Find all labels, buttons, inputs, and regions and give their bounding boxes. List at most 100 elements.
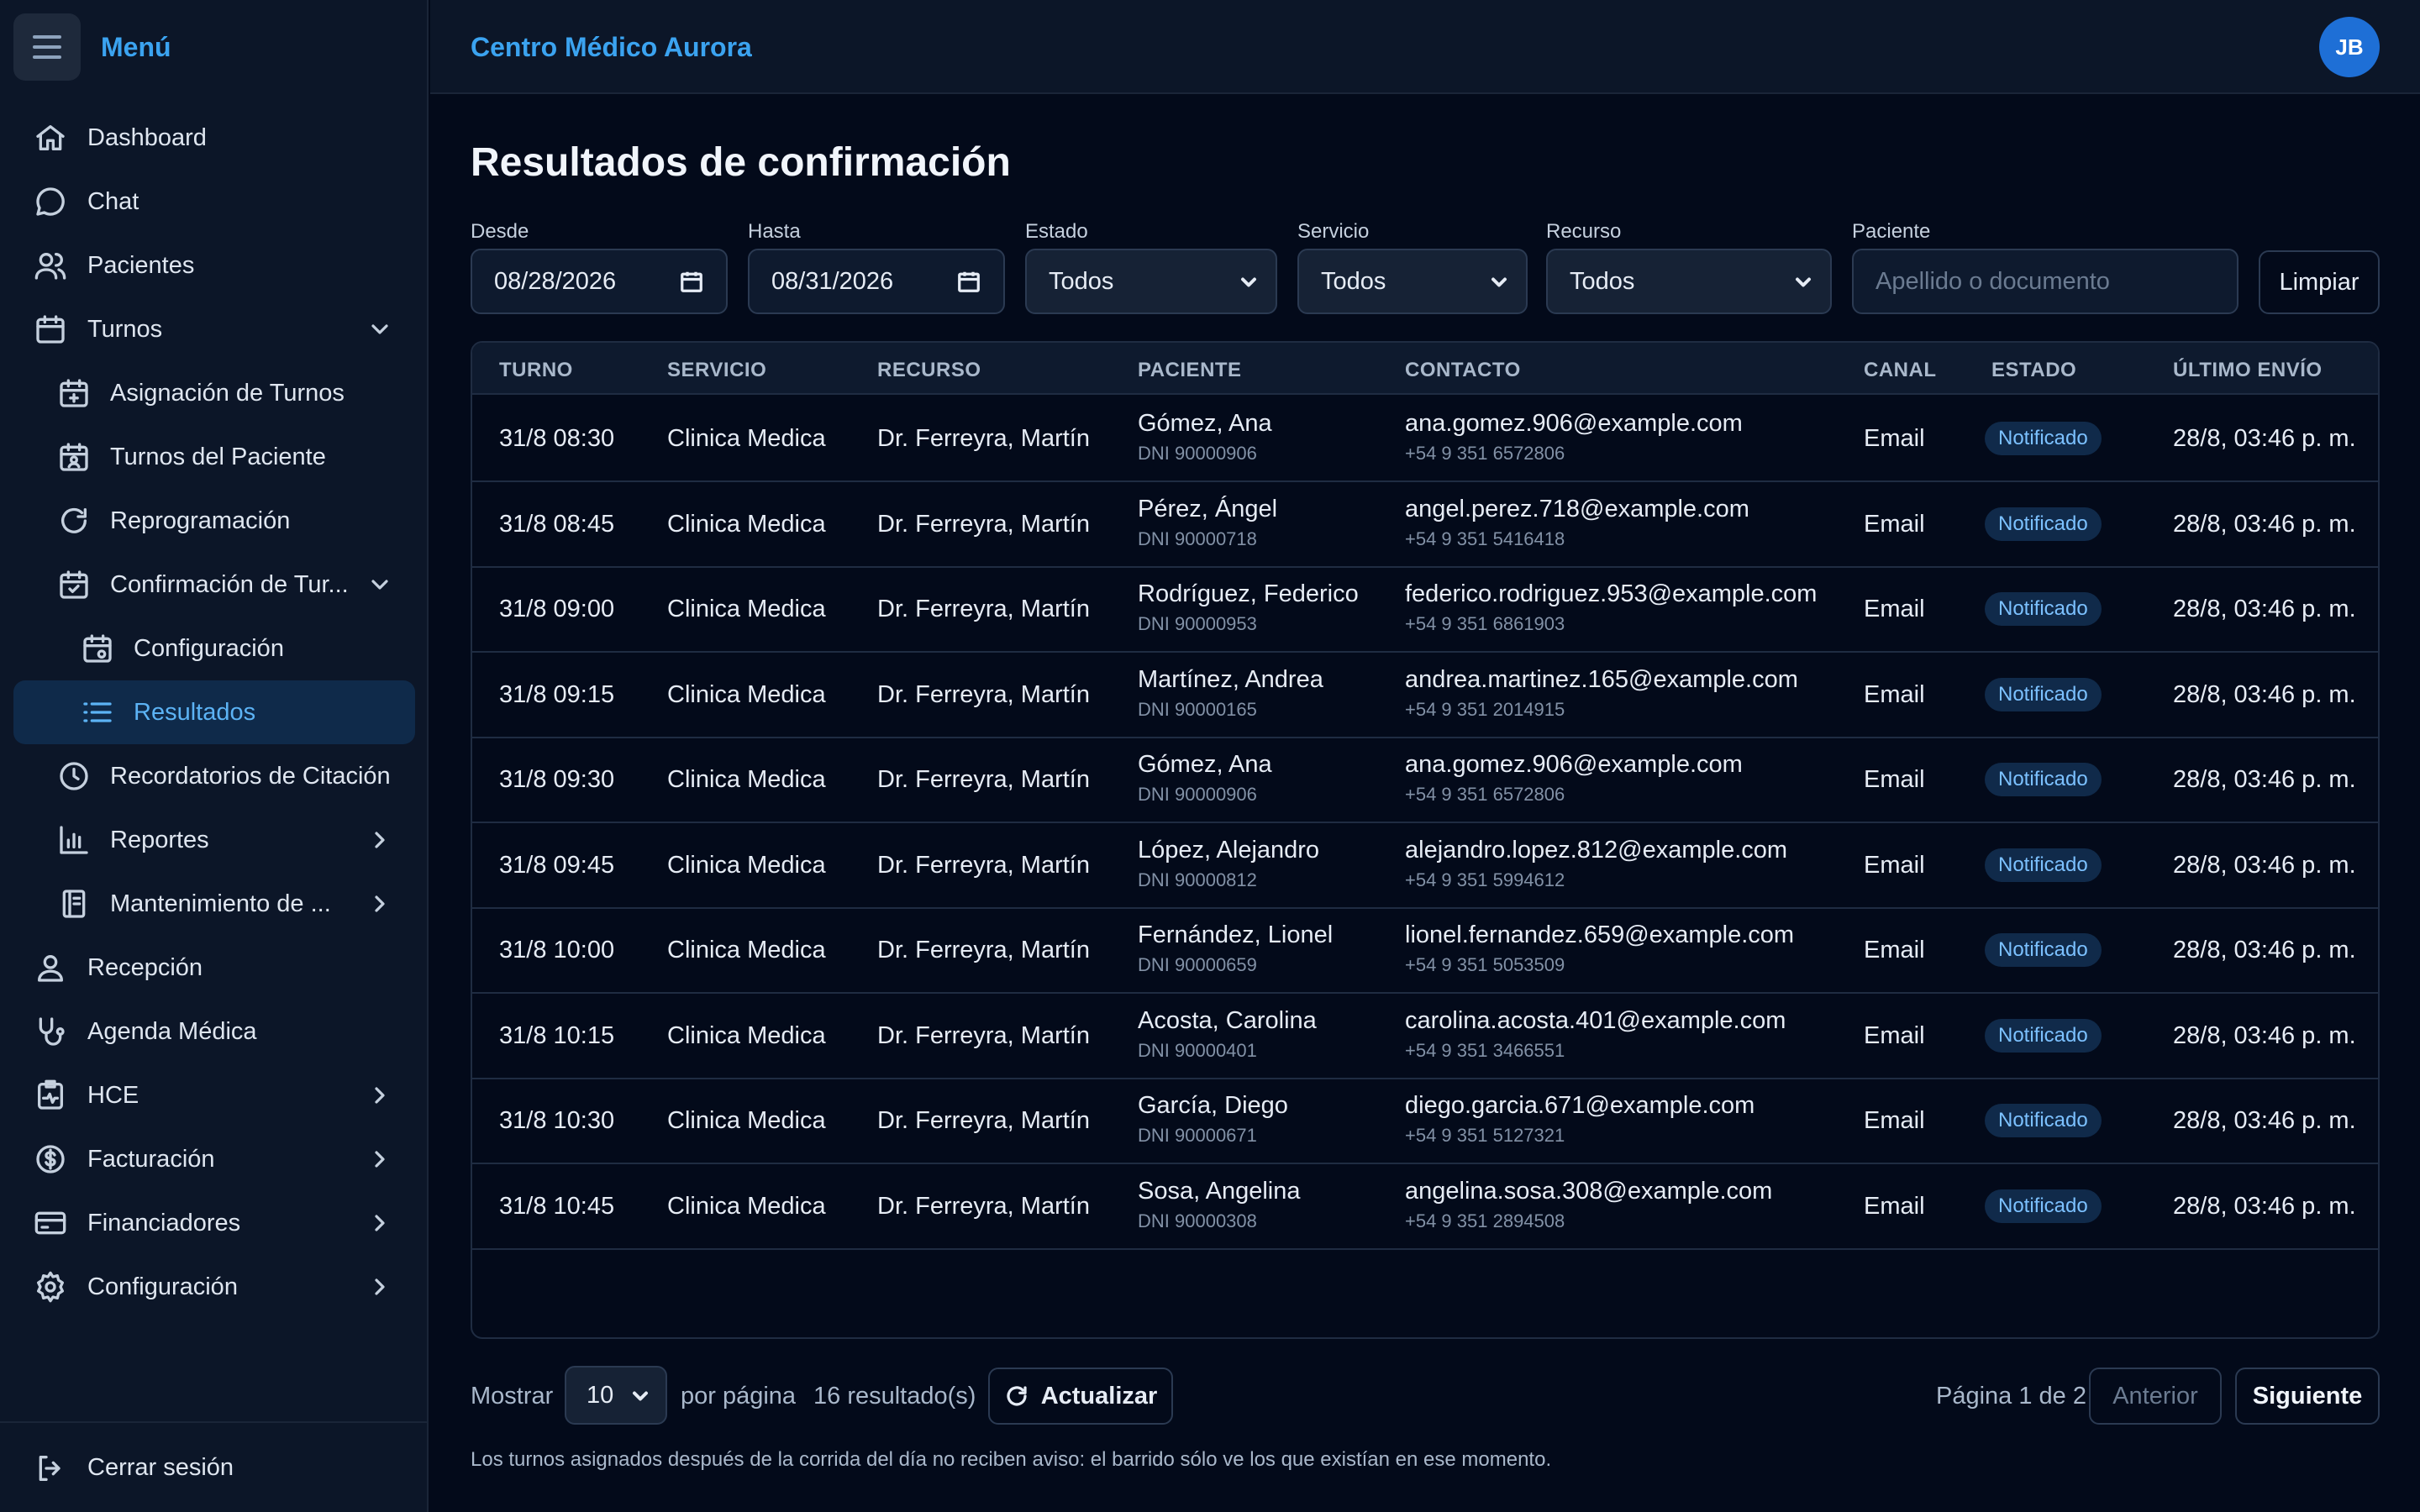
hamburger-menu-icon[interactable] — [13, 13, 81, 81]
hasta-date-input[interactable]: 08/31/2026 — [748, 249, 1005, 314]
paciente-name: Gómez, Ana — [1138, 410, 1272, 437]
canal-cell: Email — [1864, 510, 1925, 538]
desde-date-input[interactable]: 08/28/2026 — [471, 249, 728, 314]
status-badge: Notificado — [1985, 763, 2102, 796]
sidebar-item-resultados[interactable]: Resultados — [13, 680, 415, 744]
paciente-search-input[interactable]: Apellido o documento — [1852, 249, 2238, 314]
logout-button[interactable]: Cerrar sesión — [0, 1421, 429, 1512]
sidebar-item-label: Reportes — [110, 826, 209, 853]
sidebar-item-reprogramacion[interactable]: Reprogramación — [0, 489, 429, 553]
calendar-icon[interactable] — [679, 269, 704, 294]
contact-phone: +54 9 351 2014915 — [1405, 698, 1565, 720]
refresh-button[interactable]: Actualizar — [988, 1368, 1173, 1425]
brand-name[interactable]: Centro Médico Aurora — [471, 32, 752, 63]
contact-phone: +54 9 351 6861903 — [1405, 613, 1565, 634]
sidebar-item-turnos-paciente[interactable]: Turnos del Paciente — [0, 425, 429, 489]
paciente-dni: DNI 90000308 — [1138, 1210, 1257, 1231]
estado-label: Estado — [1025, 220, 1088, 243]
sidebar-item-financiadores[interactable]: Financiadores — [0, 1191, 429, 1255]
chevron-right-icon[interactable] — [366, 1273, 393, 1300]
turno-cell: 31/8 09:30 — [499, 766, 615, 793]
servicio-cell: Clinica Medica — [667, 596, 826, 622]
table-row[interactable]: 31/8 10:00 Clinica Medica Dr. Ferreyra, Ma… — [472, 908, 2378, 994]
sidebar-item-recepcion[interactable]: Recepción — [0, 936, 429, 1000]
contact-phone: +54 9 351 5994612 — [1405, 869, 1565, 890]
sidebar-item-label: Reprogramación — [110, 507, 291, 534]
recurso-cell: Dr. Ferreyra, Martín — [877, 766, 1090, 793]
next-page-button[interactable]: Siguiente — [2235, 1368, 2380, 1425]
canal-cell: Email — [1864, 1192, 1925, 1220]
sidebar-item-recordatorios[interactable]: Recordatorios de Citación — [0, 744, 429, 808]
turno-cell: 31/8 10:30 — [499, 1107, 615, 1134]
sidebar-item-label: Configuración — [87, 1273, 238, 1300]
contact-email: angelina.sosa.308@example.com — [1405, 1177, 1773, 1205]
page-size-select[interactable]: 10 — [565, 1366, 667, 1425]
column-header-servicio[interactable]: SERVICIO — [667, 359, 766, 382]
table-row[interactable]: 31/8 09:30 Clinica Medica Dr. Ferreyra, Ma… — [472, 738, 2378, 823]
contacto-cell: federico.rodriguez.953@example.com +54 9 … — [1405, 580, 1817, 635]
sidebar-item-turnos[interactable]: Turnos — [0, 297, 429, 361]
sidebar-item-label: Facturación — [87, 1145, 215, 1173]
hasta-value: 08/31/2026 — [771, 267, 894, 295]
sidebar-item-confirmacion-turnos[interactable]: Confirmación de Tur... — [0, 553, 429, 617]
column-header-paciente[interactable]: PACIENTE — [1138, 359, 1242, 382]
limpiar-button[interactable]: Limpiar — [2259, 250, 2380, 314]
table-row[interactable]: 31/8 09:15 Clinica Medica Dr. Ferreyra, Ma… — [472, 653, 2378, 738]
sidebar-item-pacientes[interactable]: Pacientes — [0, 234, 429, 297]
table-row[interactable]: 31/8 08:30 Clinica Medica Dr. Ferreyra, Ma… — [472, 396, 2378, 482]
column-header-turno[interactable]: TURNO — [499, 359, 573, 382]
column-header-ultimo-envio[interactable]: ÚLTIMO ENVÍO — [2173, 359, 2323, 382]
table-row[interactable]: 31/8 10:15 Clinica Medica Dr. Ferreyra, Ma… — [472, 994, 2378, 1079]
clipboard-pulse-icon — [34, 1079, 67, 1112]
servicio-cell: Clinica Medica — [667, 937, 826, 963]
column-header-recurso[interactable]: RECURSO — [877, 359, 981, 382]
home-icon — [34, 121, 67, 155]
sidebar-item-label: Configuración — [134, 634, 284, 662]
recurso-cell: Dr. Ferreyra, Martín — [877, 1021, 1090, 1049]
table-row[interactable]: 31/8 08:45 Clinica Medica Dr. Ferreyra, Ma… — [472, 482, 2378, 568]
table-row[interactable]: 31/8 10:45 Clinica Medica Dr. Ferreyra, Ma… — [472, 1164, 2378, 1250]
sidebar-item-reportes[interactable]: Reportes — [0, 808, 429, 872]
recurso-select[interactable]: Todos — [1546, 249, 1832, 314]
sidebar-item-dashboard[interactable]: Dashboard — [0, 106, 429, 170]
column-header-canal[interactable]: CANAL — [1864, 359, 1937, 382]
sidebar-item-asignacion-turnos[interactable]: Asignación de Turnos — [0, 361, 429, 425]
table-row[interactable]: 31/8 10:30 Clinica Medica Dr. Ferreyra, Ma… — [472, 1079, 2378, 1164]
previous-page-button[interactable]: Anterior — [2089, 1368, 2222, 1425]
calendar-icon[interactable] — [956, 269, 981, 294]
sidebar-item-configuracion[interactable]: Configuración — [0, 1255, 429, 1319]
table-row[interactable]: 31/8 09:45 Clinica Medica Dr. Ferreyra, Ma… — [472, 823, 2378, 909]
column-header-contacto[interactable]: CONTACTO — [1405, 359, 1521, 382]
estado-select[interactable]: Todos — [1025, 249, 1277, 314]
servicio-select[interactable]: Todos — [1297, 249, 1528, 314]
desde-label: Desde — [471, 220, 529, 243]
contact-email: carolina.acosta.401@example.com — [1405, 1006, 1786, 1034]
ultimo-envio-cell: 28/8, 03:46 p. m. — [2173, 510, 2356, 538]
column-header-estado[interactable]: ESTADO — [1991, 359, 2076, 382]
contact-email: diego.garcia.671@example.com — [1405, 1092, 1755, 1119]
sidebar-item-agenda-medica[interactable]: Agenda Médica — [0, 1000, 429, 1063]
avatar[interactable]: JB — [2319, 17, 2380, 77]
status-badge: Notificado — [1985, 677, 2102, 711]
servicio-cell: Clinica Medica — [667, 1107, 826, 1134]
table-row[interactable]: 31/8 09:00 Clinica Medica Dr. Ferreyra, Ma… — [472, 567, 2378, 653]
chevron-right-icon[interactable] — [366, 1146, 393, 1173]
chevron-down-icon[interactable] — [366, 571, 393, 598]
sidebar-item-configuracion-confirmacion[interactable]: Configuración — [0, 617, 429, 680]
canal-cell: Email — [1864, 937, 1925, 963]
paciente-name: López, Alejandro — [1138, 836, 1320, 864]
chevron-down-icon[interactable] — [366, 316, 393, 343]
sidebar-item-chat[interactable]: Chat — [0, 170, 429, 234]
users-icon — [34, 249, 67, 282]
sidebar-item-facturacion[interactable]: Facturación — [0, 1127, 429, 1191]
paciente-dni: DNI 90000401 — [1138, 1039, 1257, 1061]
sidebar-item-hce[interactable]: HCE — [0, 1063, 429, 1127]
chevron-right-icon[interactable] — [366, 827, 393, 853]
logout-label: Cerrar sesión — [87, 1453, 234, 1481]
contact-email: lionel.fernandez.659@example.com — [1405, 921, 1795, 948]
chevron-right-icon[interactable] — [366, 1210, 393, 1236]
chevron-right-icon[interactable] — [366, 1082, 393, 1109]
sidebar-item-mantenimiento[interactable]: Mantenimiento de ... — [0, 872, 429, 936]
paciente-cell: López, Alejandro DNI 90000812 — [1138, 837, 1319, 891]
chevron-right-icon[interactable] — [366, 890, 393, 917]
